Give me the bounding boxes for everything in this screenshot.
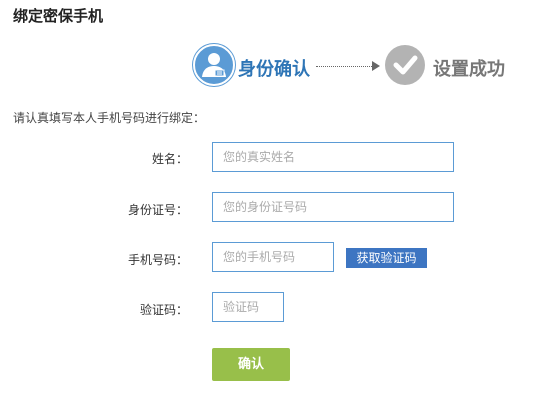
- arrow-right-icon: [372, 61, 380, 71]
- step-connector: [316, 66, 374, 67]
- code-input[interactable]: [212, 292, 284, 322]
- get-code-button[interactable]: 获取验证码: [346, 248, 427, 268]
- phone-input[interactable]: [212, 242, 334, 272]
- code-label: 验证码：: [139, 303, 188, 317]
- name-input[interactable]: [212, 142, 454, 172]
- page-title: 绑定密保手机: [13, 7, 104, 25]
- name-label: 姓名：: [151, 152, 188, 166]
- step-label-success: 设置成功: [433, 59, 505, 80]
- confirm-button[interactable]: 确认: [212, 348, 290, 381]
- id-number-input[interactable]: [212, 192, 454, 222]
- id-number-label: 身份证号：: [127, 203, 188, 217]
- phone-label: 手机号码：: [127, 253, 188, 267]
- instruction-text: 请认真填写本人手机号码进行绑定：: [13, 111, 206, 125]
- step-label-identity: 身份确认: [238, 59, 310, 80]
- user-card-icon: [193, 44, 235, 86]
- checkmark-icon: [385, 45, 425, 85]
